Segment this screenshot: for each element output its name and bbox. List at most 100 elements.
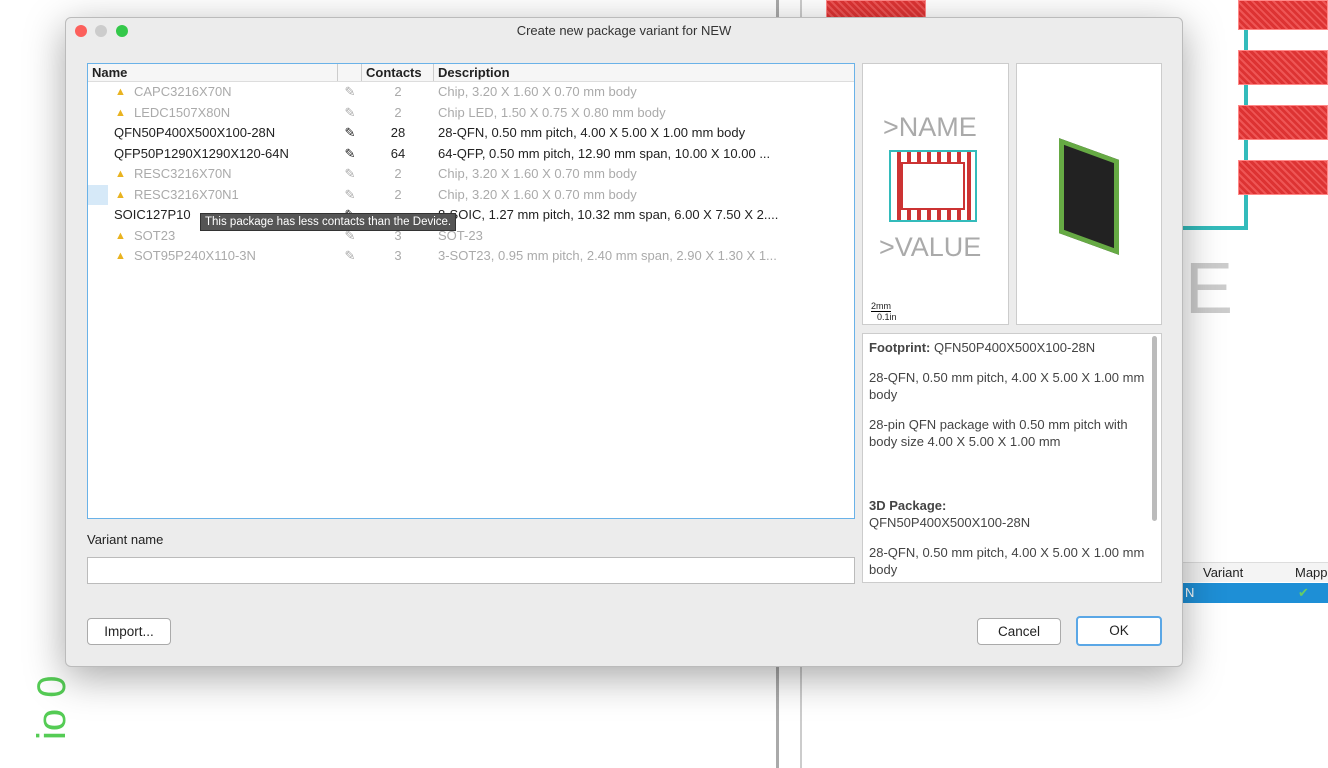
- contacts-count: 28: [390, 125, 406, 140]
- name-placeholder: >NAME: [883, 112, 977, 142]
- package-name-text: CAPC3216X70N: [134, 84, 232, 99]
- 3d-model: [1059, 138, 1119, 255]
- bg-table-row[interactable]: N ✔: [1183, 583, 1328, 603]
- 3d-package-label: 3D Package:: [869, 498, 947, 513]
- package-name: ▲ CAPC3216X70N: [88, 82, 338, 103]
- package-name-text: RESC3216X70N: [134, 166, 232, 181]
- scale-in: 0.1in: [877, 312, 897, 322]
- pad: [1238, 105, 1328, 140]
- warning-icon: ▲: [115, 168, 126, 180]
- package-name: ▲ LEDC1507X80N: [88, 103, 338, 124]
- tooltip: This package has less contacts than the …: [200, 213, 457, 231]
- contacts-count: 2: [394, 186, 402, 202]
- minimize-button[interactable]: [95, 25, 107, 37]
- bg-table-header: Variant Mapp: [1183, 562, 1328, 582]
- package-description: Chip, 3.20 X 1.60 X 0.70 mm body: [438, 166, 637, 181]
- package-description: Chip LED, 1.50 X 0.75 X 0.80 mm body: [438, 104, 666, 120]
- pencil-icon: ✎: [344, 145, 356, 161]
- package-name: ▲ RESC3216X70N: [88, 164, 338, 185]
- package-description: Chip, 3.20 X 1.60 X 0.70 mm body: [438, 186, 637, 202]
- pencil-icon: ✎: [344, 125, 356, 140]
- column-name[interactable]: Name: [88, 64, 338, 81]
- package-name: QFP50P1290X1290X120-64N: [88, 144, 338, 165]
- variant-header: Variant: [1203, 565, 1244, 580]
- table-row[interactable]: QFP50P1290X1290X120-64N ✎ 64 64-QFP, 0.50 m…: [88, 144, 854, 165]
- contacts-count: 2: [394, 166, 402, 181]
- pad: [1238, 160, 1328, 195]
- warning-icon: ▲: [115, 86, 126, 98]
- package-description: 3-SOT23, 0.95 mm pitch, 2.40 mm span, 2.…: [438, 248, 777, 263]
- package-description: SOT-23: [438, 227, 483, 243]
- zoom-button[interactable]: [116, 25, 128, 37]
- contacts-count: 3: [394, 248, 402, 263]
- column-contacts[interactable]: Contacts: [362, 64, 434, 81]
- package-list[interactable]: Name Contacts Description ▲ CAPC3216X70N ✎…: [87, 63, 855, 519]
- footprint-label: Footprint:: [869, 340, 931, 355]
- pad: [826, 0, 926, 18]
- close-button[interactable]: [75, 25, 87, 37]
- contacts-count: 2: [394, 104, 402, 120]
- column-description[interactable]: Description: [434, 64, 854, 81]
- row-text: N: [1185, 585, 1195, 600]
- footprint-description: 28-QFN, 0.50 mm pitch, 4.00 X 5.00 X 1.0…: [869, 370, 1145, 402]
- package-name-text: LEDC1507X80N: [134, 104, 231, 120]
- import-button[interactable]: Import...: [87, 618, 171, 645]
- package-description: 64-QFP, 0.50 mm pitch, 12.90 mm span, 10…: [438, 145, 771, 161]
- contacts-count: 64: [390, 145, 406, 161]
- 3d-package-preview: [1016, 63, 1162, 325]
- package-name-text: SOT95P240X110-3N: [134, 248, 256, 263]
- list-header: Name Contacts Description: [88, 64, 854, 82]
- footprint-long-description: 28-pin QFN package with 0.50 mm pitch wi…: [869, 417, 1128, 449]
- package-name-text: RESC3216X70N1: [134, 186, 239, 202]
- footprint-name: QFN50P400X500X100-28N: [934, 340, 1096, 355]
- package-name: ▲ SOT95P240X110-3N: [88, 246, 338, 267]
- table-row[interactable]: ▲ LEDC1507X80N ✎ 2 Chip LED, 1.50 X 0.75 X 0…: [88, 103, 854, 124]
- value-placeholder: >VALUE: [879, 232, 982, 262]
- check-icon: ✔: [1298, 585, 1309, 600]
- package-description: Chip, 3.20 X 1.60 X 0.70 mm body: [438, 84, 637, 99]
- contacts-count: 2: [394, 84, 402, 99]
- table-row[interactable]: ▲ RESC3216X70N ✎ 2 Chip, 3.20 X 1.60 X 0.70 …: [88, 164, 854, 185]
- pencil-icon: ✎: [344, 84, 356, 99]
- column-icon[interactable]: [338, 64, 362, 81]
- mapping-header: Mapp: [1295, 565, 1328, 580]
- package-description: 28-QFN, 0.50 mm pitch, 4.00 X 5.00 X 1.0…: [438, 125, 746, 140]
- wire: [1183, 226, 1248, 230]
- warning-icon: ▲: [115, 229, 126, 242]
- schematic-label: E: [1185, 249, 1234, 329]
- warning-icon: ▲: [115, 250, 126, 262]
- table-row[interactable]: ▲ CAPC3216X70N ✎ 2 Chip, 3.20 X 1.60 X 0.70 …: [88, 82, 854, 103]
- package-name: QFN50P400X500X100-28N: [88, 123, 338, 144]
- table-row[interactable]: ▲ RESC3216X70N1 ✎ 2 Chip, 3.20 X 1.60 X 0.70…: [88, 184, 854, 206]
- info-scrollbar[interactable]: [1152, 336, 1157, 521]
- variant-name-input[interactable]: [87, 557, 855, 584]
- dialog-title: Create new package variant for NEW: [516, 23, 732, 38]
- pad: [1238, 0, 1328, 30]
- table-row[interactable]: ▲ SOT95P240X110-3N ✎ 3 3-SOT23, 0.95 mm pitc…: [88, 246, 854, 267]
- pad: [1238, 50, 1328, 85]
- warning-icon: ▲: [115, 188, 126, 201]
- 3d-package-description: 28-QFN, 0.50 mm pitch, 4.00 X 5.00 X 1.0…: [869, 545, 1145, 577]
- ok-button[interactable]: OK: [1076, 616, 1162, 646]
- table-row[interactable]: QFN50P400X500X100-28N ✎ 28 28-QFN, 0.50 mm …: [88, 123, 854, 144]
- footprint-body: [901, 162, 965, 210]
- cancel-button[interactable]: Cancel: [977, 618, 1061, 645]
- pencil-icon: ✎: [344, 104, 356, 120]
- schematic-label: io 0: [30, 675, 74, 741]
- package-name-text: QFN50P400X500X100-28N: [114, 125, 276, 140]
- 3d-package-name: QFN50P400X500X100-28N: [869, 515, 1031, 530]
- scale-mm: 2mm: [871, 301, 891, 312]
- package-info-panel: Footprint: QFN50P400X500X100-28N 28-QFN,…: [862, 333, 1162, 583]
- package-description: 8-SOIC, 1.27 mm pitch, 10.32 mm span, 6.…: [438, 207, 779, 222]
- package-name-text: QFP50P1290X1290X120-64N: [114, 145, 289, 161]
- package-name-text: SOIC127P10: [114, 207, 191, 222]
- pencil-icon: ✎: [344, 248, 356, 263]
- footprint-preview: >NAME >VALUE 2mm 0.1in: [862, 63, 1009, 325]
- package-name: ▲ RESC3216X70N1: [88, 185, 338, 206]
- pencil-icon: ✎: [344, 186, 356, 202]
- pencil-icon: ✎: [344, 166, 356, 181]
- package-name-text: SOT23: [134, 227, 176, 243]
- warning-icon: ▲: [115, 106, 126, 119]
- variant-name-label: Variant name: [87, 532, 164, 547]
- create-package-variant-dialog: Create new package variant for NEW Name …: [65, 17, 1183, 667]
